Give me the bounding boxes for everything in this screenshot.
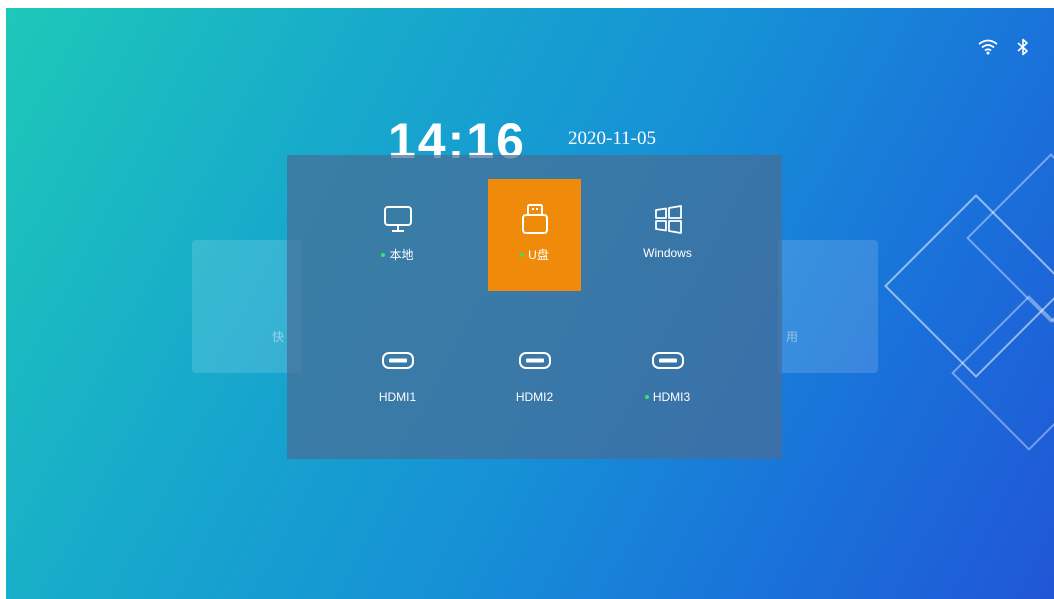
source-tile-hdmi3[interactable]: HDMI3 <box>621 318 714 430</box>
windows-icon <box>651 204 685 234</box>
source-label: U盘 <box>528 248 549 262</box>
hdmi-icon <box>517 346 553 376</box>
connected-dot <box>644 395 649 399</box>
home-screen: 14:16 2020-11-05 快 用 本地 U盘 Windows HDMI1… <box>6 8 1054 599</box>
source-tile-hdmi2[interactable]: HDMI2 <box>488 318 581 430</box>
source-label: HDMI2 <box>515 390 554 404</box>
wifi-icon[interactable] <box>978 39 998 55</box>
source-label: Windows <box>643 246 692 260</box>
background-card-text: 快 <box>272 330 285 344</box>
monitor-icon <box>381 204 415 234</box>
source-label: 本地 <box>389 248 414 262</box>
source-selection-panel: 本地 U盘 Windows HDMI1 HDMI2 HDMI3 <box>287 155 782 459</box>
connected-dot <box>520 252 525 257</box>
source-label: HDMI1 <box>378 390 417 404</box>
status-bar <box>978 38 1030 56</box>
source-label: HDMI3 <box>652 390 691 404</box>
bluetooth-icon[interactable] <box>1016 38 1030 56</box>
background-card: 用 <box>778 240 878 373</box>
connected-dot <box>381 252 386 257</box>
background-card-text: 用 <box>786 330 799 344</box>
usb-drive-icon <box>518 204 552 234</box>
background-card: 快 <box>192 240 302 373</box>
source-tile-local[interactable]: 本地 <box>351 179 444 291</box>
source-tile-windows[interactable]: Windows <box>621 179 714 291</box>
source-tile-usb[interactable]: U盘 <box>488 179 581 291</box>
hdmi-icon <box>380 346 416 376</box>
source-tile-hdmi1[interactable]: HDMI1 <box>351 318 444 430</box>
clock-date: 2020-11-05 <box>568 128 656 149</box>
hdmi-icon <box>650 346 686 376</box>
